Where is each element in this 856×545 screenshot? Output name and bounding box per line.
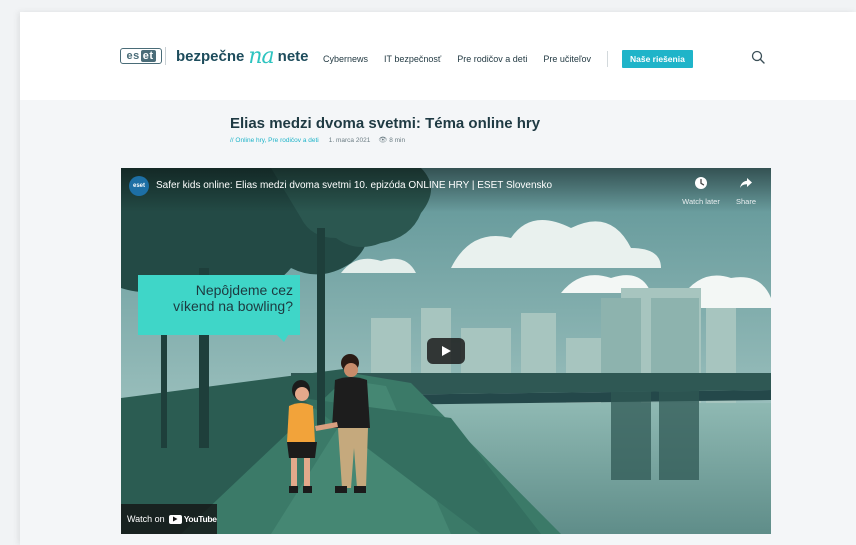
youtube-logo: YouTube	[168, 514, 217, 524]
brand-logo[interactable]: bezpečne na nete	[176, 43, 309, 69]
article-meta: // Online hry, Pre rodičov a deti 1. mar…	[230, 136, 406, 145]
clock-icon	[695, 177, 707, 189]
speech-bubble-text: Nepôjdeme cez víkend na bowling?	[143, 282, 293, 314]
our-solutions-button[interactable]: Naše riešenia	[621, 50, 693, 68]
watch-on-youtube-button[interactable]: Watch on YouTube	[121, 504, 217, 534]
brand-word-1: bezpečne	[176, 47, 245, 65]
article-categories[interactable]: // Online hry, Pre rodičov a deti	[230, 137, 319, 144]
play-icon	[442, 346, 451, 356]
play-button[interactable]	[427, 338, 465, 364]
site-header: es et bezpečne na nete Cybernews IT bezpe…	[20, 12, 856, 100]
eset-logo-left: es	[126, 50, 140, 62]
nav-item-cybernews[interactable]: Cybernews	[323, 54, 368, 64]
brand-word-3: nete	[277, 47, 309, 65]
eset-logo[interactable]: es et	[120, 48, 162, 64]
share-button[interactable]: Share	[731, 176, 761, 206]
article-date: 1. marca 2021	[328, 136, 371, 144]
speech-bubble-tail	[274, 332, 290, 342]
share-arrow-icon	[740, 178, 752, 188]
nav-item-parents-kids[interactable]: Pre rodičov a deti	[457, 54, 527, 64]
video-title[interactable]: Safer kids online: Elias medzi dvoma sve…	[156, 180, 552, 191]
video-player[interactable]: eset Safer kids online: Elias medzi dvom…	[121, 168, 771, 534]
nav-item-teachers[interactable]: Pre učiteľov	[543, 54, 591, 64]
page: es et bezpečne na nete Cybernews IT bezpe…	[20, 12, 856, 545]
speech-bubble-line-1: Nepôjdeme cez	[195, 282, 293, 298]
nav-item-it-security[interactable]: IT bezpečnosť	[384, 54, 441, 64]
youtube-wordmark: YouTube	[183, 514, 217, 524]
search-icon[interactable]	[751, 50, 765, 64]
watch-later-button[interactable]: Watch later	[681, 176, 721, 206]
watch-on-label: Watch on	[127, 514, 165, 524]
watch-later-label: Watch later	[682, 197, 720, 206]
logo-divider	[165, 47, 166, 65]
eye-icon: 👁	[378, 137, 388, 144]
eset-logo-right: et	[140, 50, 156, 62]
nav-divider	[606, 51, 608, 67]
brand-word-2: na	[248, 43, 274, 69]
youtube-play-icon	[168, 514, 182, 524]
channel-avatar[interactable]: eset	[129, 176, 149, 196]
main-nav: Cybernews IT bezpečnosť Pre rodičov a de…	[323, 50, 693, 68]
speech-bubble-line-2: víkend na bowling?	[173, 298, 293, 314]
share-label: Share	[735, 197, 756, 206]
article-title: Elias medzi dvoma svetmi: Téma online hr…	[230, 115, 541, 132]
read-time: 8 min	[389, 136, 406, 144]
